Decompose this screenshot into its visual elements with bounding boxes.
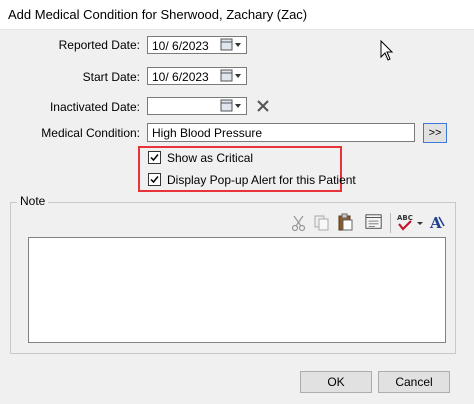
title-bar: Add Medical Condition for Sherwood, Zach… (0, 0, 474, 30)
copy-icon[interactable] (313, 214, 331, 232)
template-icon[interactable] (365, 213, 383, 231)
add-medical-condition-dialog: Add Medical Condition for Sherwood, Zach… (0, 0, 474, 404)
toolbar-separator (390, 213, 391, 233)
note-label: Note (17, 194, 49, 208)
window-title: Add Medical Condition for Sherwood, Zach… (8, 7, 308, 22)
medical-condition-value: High Blood Pressure (152, 126, 263, 140)
cut-icon[interactable] (290, 214, 308, 232)
font-icon[interactable]: A (428, 213, 446, 231)
calendar-dropdown-icon[interactable] (220, 69, 244, 83)
show-critical-label: Show as Critical (167, 151, 254, 165)
reported-date-picker[interactable]: 10/ 6/2023 (147, 36, 247, 54)
inactivated-date-picker[interactable] (147, 97, 247, 115)
inactivated-date-label: Inactivated Date: (49, 100, 140, 114)
calendar-dropdown-icon[interactable] (220, 38, 244, 52)
reported-date-value: 10/ 6/2023 (152, 39, 209, 53)
check-icon (150, 154, 159, 162)
svg-text:A: A (429, 214, 442, 231)
cancel-button[interactable]: Cancel (378, 371, 450, 393)
show-critical-checkbox[interactable] (148, 151, 161, 164)
mouse-cursor-icon (380, 40, 394, 61)
start-date-label: Start Date: (82, 70, 140, 84)
note-textarea[interactable] (28, 237, 446, 343)
start-date-picker[interactable]: 10/ 6/2023 (147, 67, 247, 85)
popup-alert-label: Display Pop-up Alert for this Patient (167, 173, 356, 187)
calendar-dropdown-icon[interactable] (220, 99, 244, 113)
clear-date-icon[interactable] (255, 98, 271, 114)
check-icon (150, 176, 159, 184)
paste-icon[interactable] (336, 213, 354, 231)
spellcheck-icon[interactable]: ABC (396, 213, 426, 231)
medical-condition-label: Medical Condition: (41, 126, 140, 140)
popup-alert-checkbox[interactable] (148, 173, 161, 186)
medical-condition-field[interactable]: High Blood Pressure (147, 123, 415, 142)
reported-date-label: Reported Date: (58, 38, 140, 52)
ok-button[interactable]: OK (300, 371, 372, 393)
start-date-value: 10/ 6/2023 (152, 70, 209, 84)
select-condition-button[interactable]: >> (423, 123, 447, 143)
